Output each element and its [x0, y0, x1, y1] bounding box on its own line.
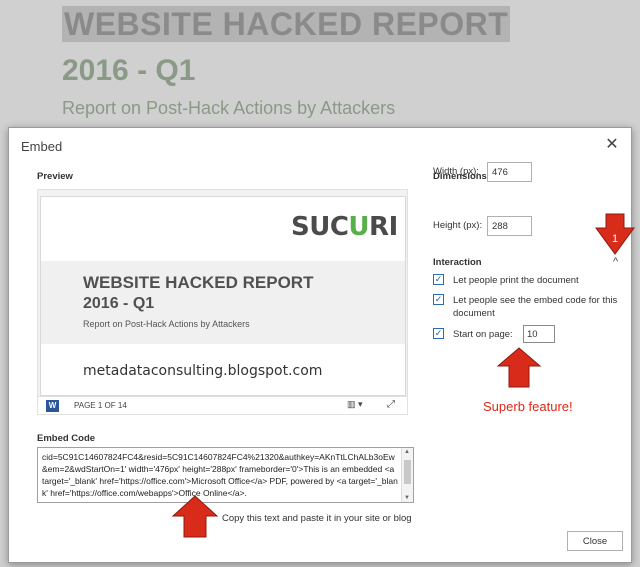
annotation-arrow-1: 1: [595, 213, 635, 255]
annotation-arrow-up-embed-code: [171, 495, 219, 538]
background-subtitle: Report on Post-Hack Actions by Attackers: [62, 98, 396, 118]
background-title-line2: 2016 - Q1: [62, 54, 196, 87]
badge-number: 1: [612, 233, 618, 245]
width-input[interactable]: [487, 162, 532, 182]
annotation-arrow-up-start-page: [496, 347, 542, 388]
background-title-text: WEBSITE HACKED REPORT: [62, 6, 511, 42]
scroll-up-icon[interactable]: ▲: [404, 449, 410, 455]
word-icon: W: [46, 400, 59, 412]
dialog-title: Embed: [21, 139, 63, 154]
watermark-text: metadataconsulting.blogspot.com: [83, 363, 323, 379]
preview-label: Preview: [37, 171, 73, 182]
preview-frame: SUCURI WEBSITE HACKED REPORT 2016 - Q1 R…: [37, 189, 408, 415]
print-option-label: Let people print the document: [453, 275, 579, 286]
callout-text: Superb feature!: [483, 399, 573, 414]
preview-doc-title-line2: 2016 - Q1: [83, 295, 155, 312]
preview-title-band: WEBSITE HACKED REPORT 2016 - Q1 Report o…: [41, 261, 405, 344]
embed-code-text: cid=5C91C14607824FC4&resid=5C91C14607824…: [42, 452, 398, 498]
fullscreen-icon[interactable]: ⤢: [387, 399, 395, 410]
copy-hint: Copy this text and paste it in your site…: [222, 513, 412, 524]
embed-code-option-label: Let people see the embed code for this d…: [453, 295, 618, 319]
preview-doc-title-line1: WEBSITE HACKED REPORT: [83, 273, 314, 292]
embed-code-label: Embed Code: [37, 433, 96, 444]
view-menu-icon[interactable]: ▥ ▾: [347, 399, 363, 410]
preview-toolbar: W PAGE 1 OF 14 ▥ ▾ ⤢: [38, 396, 407, 414]
width-label: Width (px):: [433, 166, 479, 177]
embed-code-textarea[interactable]: cid=5C91C14607824FC4&resid=5C91C14607824…: [37, 447, 414, 503]
preview-doc-subtitle: Report on Post-Hack Actions by Attackers: [83, 319, 250, 329]
embed-code-checkbox[interactable]: ✓: [433, 294, 444, 305]
start-page-input[interactable]: [523, 325, 555, 343]
height-label: Height (px):: [433, 220, 483, 231]
embed-dialog: Embed ✕ Preview SUCURI WEBSITE HACKED RE…: [8, 127, 632, 563]
page-indicator: PAGE 1 OF 14: [74, 401, 127, 410]
close-button[interactable]: Close: [567, 531, 623, 551]
interaction-label: Interaction: [433, 257, 482, 268]
embed-code-scrollbar[interactable]: ▲ ▼: [401, 448, 413, 502]
scroll-down-icon[interactable]: ▼: [404, 495, 410, 501]
start-page-checkbox[interactable]: ✓: [433, 328, 444, 339]
scroll-thumb[interactable]: [404, 460, 411, 484]
close-icon[interactable]: ✕: [603, 134, 621, 154]
background-title-line1: WEBSITE HACKED REPORT: [62, 6, 511, 43]
print-checkbox[interactable]: ✓: [433, 274, 444, 285]
preview-page: SUCURI WEBSITE HACKED REPORT 2016 - Q1 R…: [40, 196, 406, 396]
height-input[interactable]: [487, 216, 532, 236]
sucuri-logo: SUCURI: [291, 212, 398, 242]
